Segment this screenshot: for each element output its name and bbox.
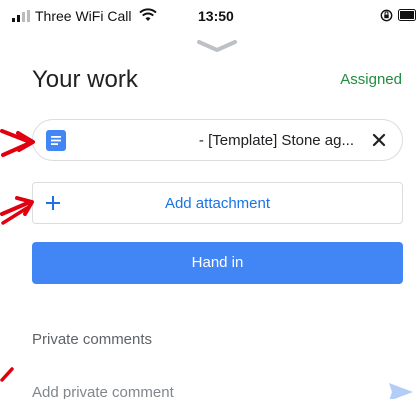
private-comments-heading: Private comments <box>32 331 153 348</box>
chevron-down-icon[interactable] <box>196 39 238 53</box>
red-arrow-icon <box>0 129 35 157</box>
status-badge: Assigned <box>340 71 402 88</box>
status-bar: Three WiFi Call 13:50 <box>0 0 416 30</box>
orientation-lock-icon <box>380 9 393 22</box>
red-arrow-icon <box>0 196 34 225</box>
status-time: 13:50 <box>198 8 234 24</box>
page-title: Your work <box>32 66 138 93</box>
add-attachment-button[interactable]: Add attachment <box>32 182 403 224</box>
red-arrow-icon <box>0 367 14 382</box>
carrier-name: Three WiFi Call <box>35 8 132 24</box>
signal-bars-icon <box>12 10 30 22</box>
hand-in-label: Hand in <box>191 254 244 271</box>
attachment-name: - [Template] Stone ag... <box>198 132 354 149</box>
hand-in-button[interactable]: Hand in <box>32 242 403 284</box>
send-icon[interactable] <box>388 381 414 399</box>
close-icon[interactable] <box>370 131 388 149</box>
battery-icon <box>398 9 416 21</box>
attachment-chip[interactable]: - [Template] Stone ag... <box>32 119 403 161</box>
add-attachment-label: Add attachment <box>164 195 271 212</box>
private-comment-input[interactable]: Add private comment <box>32 384 174 399</box>
wifi-icon <box>139 8 157 21</box>
